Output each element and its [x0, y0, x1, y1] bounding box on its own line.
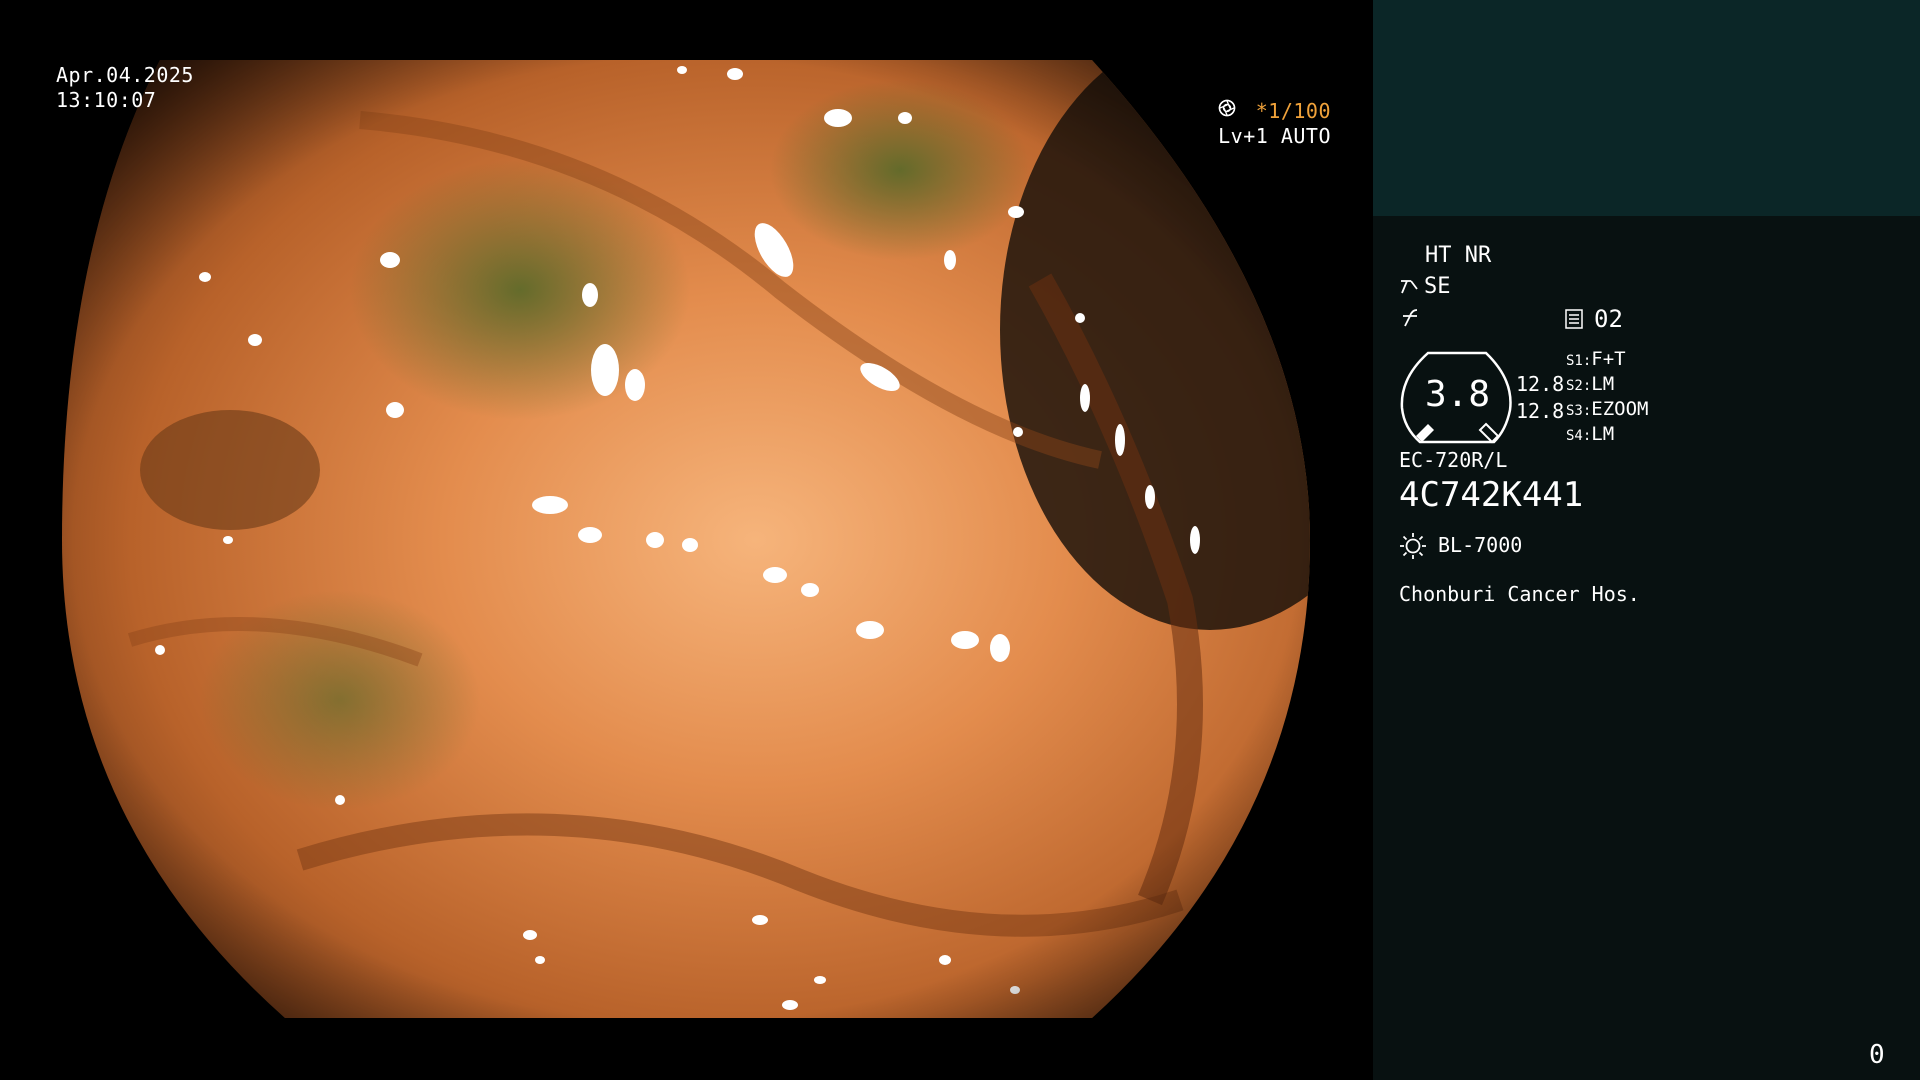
switch-item: S2:LM	[1566, 373, 1649, 398]
level-row: Lv+1 AUTO	[1218, 99, 1331, 149]
switch-value: LM	[1591, 373, 1615, 395]
record-number: 02	[1594, 305, 1623, 333]
switch-key: S4:	[1566, 428, 1592, 444]
switch-value: F+T	[1591, 348, 1626, 370]
level-mode: Lv+1 AUTO	[1218, 124, 1331, 148]
date-label: Apr.04.2025	[56, 63, 194, 87]
shutter-prefix: *	[1255, 99, 1269, 123]
light-source: BL-7000	[1438, 533, 1523, 557]
scope-model: EC-720R/L	[1399, 448, 1508, 472]
electrical-icon	[1403, 309, 1418, 327]
panel-header	[1373, 0, 1920, 216]
switch-value: LM	[1591, 423, 1615, 445]
switch-list: S1:F+T S2:LM S3:EZOOM S4:LM	[1566, 348, 1649, 448]
time-label: 13:10:07	[56, 88, 157, 112]
switch-key: S2:	[1566, 378, 1592, 394]
switch-value: EZOOM	[1591, 398, 1649, 420]
switch-item: S4:LM	[1566, 423, 1649, 448]
switch-key: S1:	[1566, 353, 1592, 369]
se-label: SE	[1424, 274, 1451, 299]
exposure-info: *1/100 Lv+1 AUTO	[1218, 99, 1331, 149]
date-time: Apr.04.2025 13:10:07	[56, 63, 194, 113]
info-panel: HT NR SE 02 3.8 12.8 12.8 S1:F+T S2:LM S…	[1373, 0, 1920, 1080]
light-source-icon	[1400, 533, 1426, 559]
endoscopic-image	[62, 60, 1310, 1018]
switch-item: S1:F+T	[1566, 348, 1649, 373]
value-top: 12.8	[1516, 372, 1565, 396]
scissors-icon	[1401, 280, 1418, 294]
ht-nr-label: HT NR	[1425, 243, 1492, 268]
switch-key: S3:	[1566, 403, 1592, 419]
endoscope-view: Apr.04.2025 13:10:07 *1/100 Lv+1 AUTO	[0, 0, 1373, 1080]
memory-icon	[1565, 309, 1583, 329]
counter: 0	[1869, 1040, 1885, 1070]
scope-serial: 4C742K441	[1399, 475, 1584, 515]
shutter-speed: 1/100	[1268, 99, 1331, 123]
switch-item: S3:EZOOM	[1566, 398, 1649, 423]
value-bottom: 12.8	[1516, 399, 1565, 423]
hospital-name: Chonburi Cancer Hos.	[1399, 582, 1640, 606]
gauge-value: 3.8	[1425, 374, 1491, 415]
iris-icon	[1218, 99, 1236, 117]
